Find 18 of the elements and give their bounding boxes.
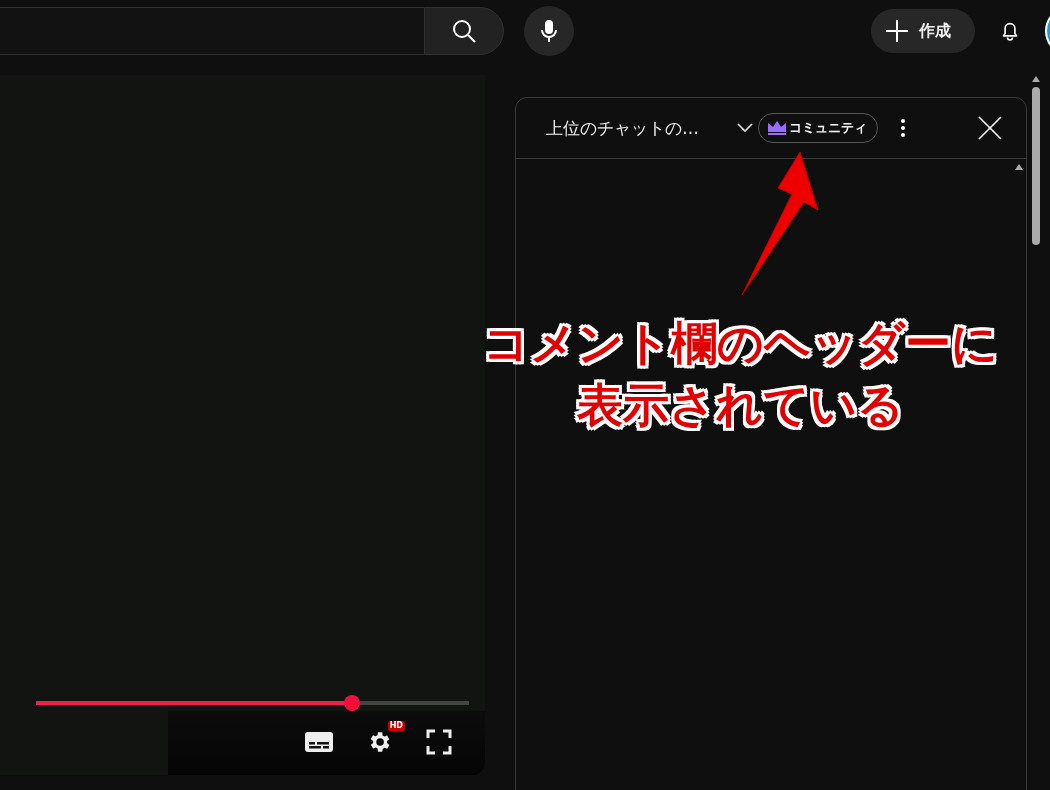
plus-icon: [885, 19, 909, 43]
progress-thumb[interactable]: [344, 695, 361, 711]
create-button[interactable]: 作成: [871, 9, 975, 53]
scroll-up-icon[interactable]: [1014, 163, 1024, 171]
microphone-icon: [540, 19, 558, 43]
caret-icon[interactable]: [736, 122, 754, 134]
crown-icon: [767, 120, 787, 136]
chat-title: 上位のチャットの…: [546, 116, 700, 140]
hd-badge: HD: [387, 721, 405, 731]
annotation-text: コメント欄のヘッダーに 表示されている: [481, 315, 999, 434]
more-icon[interactable]: [900, 118, 906, 138]
microphone-button[interactable]: [524, 6, 574, 56]
search-field[interactable]: [0, 7, 424, 55]
search-button[interactable]: [424, 7, 504, 55]
close-icon[interactable]: [978, 116, 1002, 140]
scrollbar-thumb[interactable]: [1032, 87, 1040, 245]
scroll-up-icon[interactable]: [1031, 75, 1041, 83]
search-icon: [451, 18, 477, 44]
